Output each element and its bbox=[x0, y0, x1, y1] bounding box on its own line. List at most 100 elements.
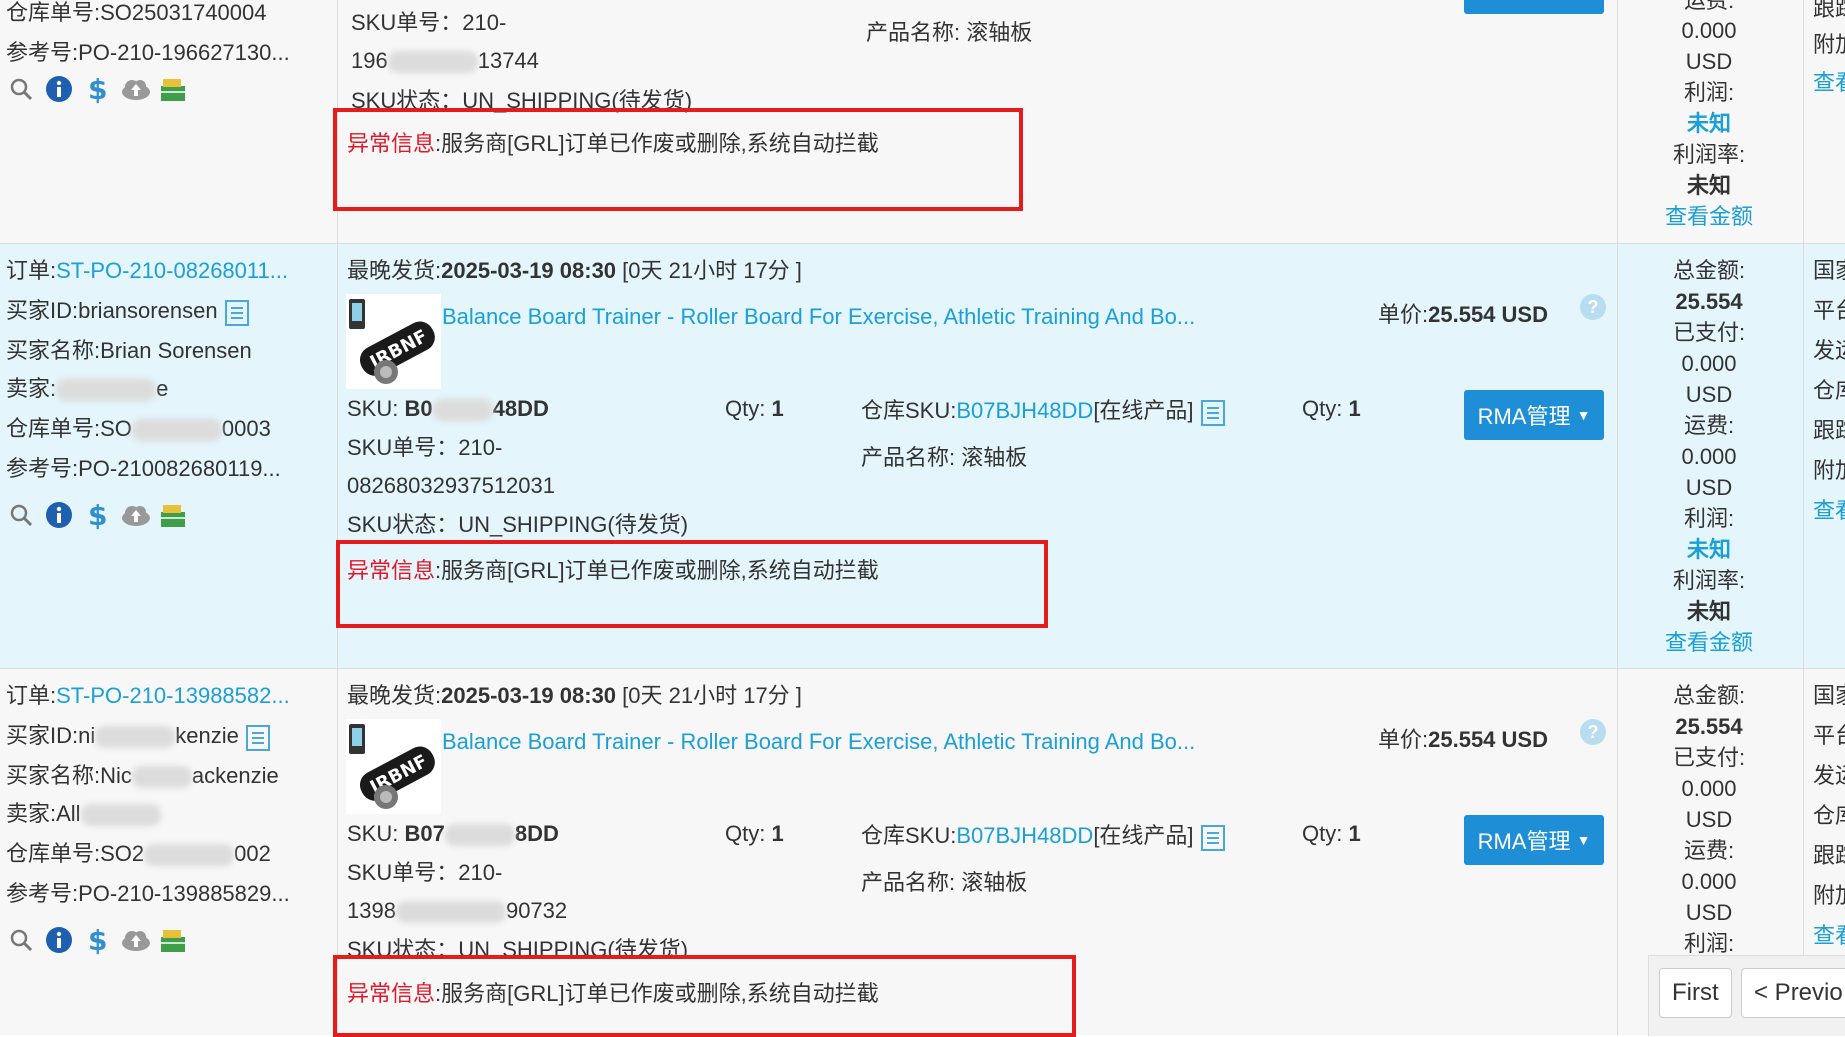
buyer-id-label: 买家ID: bbox=[6, 298, 79, 323]
right-col-link[interactable]: 查看 bbox=[1813, 494, 1845, 528]
sku-line: SKU: B07 8DD bbox=[347, 817, 559, 851]
rma-button[interactable]: RMA管理 ▼ bbox=[1464, 815, 1604, 865]
dollar-icon[interactable]: $ bbox=[82, 925, 112, 955]
cloud-upload-icon[interactable] bbox=[120, 925, 150, 955]
qty-value: 1 bbox=[771, 396, 784, 421]
fin-value: 0.000 bbox=[1681, 869, 1737, 894]
rma-button[interactable] bbox=[1464, 0, 1604, 14]
basket-icon[interactable] bbox=[158, 74, 188, 104]
help-icon[interactable]: ? bbox=[1580, 294, 1606, 320]
info-icon[interactable] bbox=[44, 74, 74, 104]
price-value: 25.554 USD bbox=[1428, 302, 1548, 327]
action-icons: $ bbox=[6, 74, 188, 104]
qty-value: 1 bbox=[1348, 821, 1361, 846]
product-title-link[interactable]: Balance Board Trainer - Roller Board For… bbox=[442, 300, 1195, 334]
right-col-label: 附加 bbox=[1813, 883, 1845, 908]
search-icon[interactable] bbox=[6, 500, 36, 530]
help-icon[interactable]: ? bbox=[1580, 719, 1606, 745]
rma-label: RMA管理 bbox=[1477, 829, 1571, 854]
right-col-label: 国家 bbox=[1813, 683, 1845, 708]
warehouse-suffix: 0003 bbox=[221, 416, 271, 441]
price-label: 单价: bbox=[1378, 727, 1429, 752]
cloud-upload-icon[interactable] bbox=[120, 74, 150, 104]
warehouse-no: 仓库单号:SO25031740004 bbox=[6, 0, 267, 25]
right-col-link[interactable]: 查看 bbox=[1813, 919, 1845, 953]
sku-label: SKU: bbox=[347, 396, 405, 421]
rma-button[interactable]: RMA管理 ▼ bbox=[1464, 390, 1604, 440]
qty: Qty: 1 bbox=[725, 817, 784, 851]
redacted-text bbox=[144, 844, 235, 867]
order-link[interactable]: ST-PO-210-08268011... bbox=[56, 258, 288, 283]
buyer-name: 买家名称:Brian Sorensen bbox=[6, 338, 252, 363]
sku-label: SKU: bbox=[347, 821, 405, 846]
fin-label: 总金额: bbox=[1672, 683, 1746, 708]
order-link[interactable]: ST-PO-210-13988582... bbox=[56, 683, 290, 708]
first-page-button[interactable]: First bbox=[1659, 968, 1732, 1018]
latest-ship-label: 最晚发货: bbox=[347, 258, 442, 283]
product-thumbnail[interactable]: JRBNF bbox=[346, 719, 441, 814]
sku-suffix: 8DD bbox=[514, 821, 559, 846]
redacted-text bbox=[387, 51, 478, 74]
basket-icon[interactable] bbox=[158, 925, 188, 955]
warehouse-sku-link[interactable]: B07BJH48DD bbox=[956, 823, 1093, 848]
order-row: 订单:ST-PO-210-13988582... 买家ID:ni kenzie 买… bbox=[0, 669, 1845, 1037]
order-label: 订单: bbox=[6, 258, 57, 283]
product-thumbnail[interactable]: JRBNF bbox=[346, 294, 441, 389]
online-tag: [在线产品] bbox=[1093, 398, 1194, 423]
seller-suffix: e bbox=[156, 376, 169, 401]
copy-icon[interactable] bbox=[1200, 824, 1225, 852]
buyer-name-suffix: ackenzie bbox=[191, 763, 279, 788]
price-label: 单价: bbox=[1378, 302, 1429, 327]
fin-value: USD bbox=[1685, 475, 1733, 500]
qty-label: Qty: bbox=[725, 821, 772, 846]
error-label: 异常信息 bbox=[347, 131, 436, 156]
qty-value: 1 bbox=[1348, 396, 1361, 421]
dollar-icon[interactable]: $ bbox=[82, 74, 112, 104]
warehouse-sku-label: 仓库SKU: bbox=[861, 823, 957, 848]
view-amount-link[interactable]: 查看金额 bbox=[1629, 626, 1789, 660]
sku-line: SKU: B0 48DD bbox=[347, 392, 549, 426]
redacted-text bbox=[432, 399, 493, 422]
search-icon[interactable] bbox=[6, 925, 36, 955]
qty-label: Qty: bbox=[1302, 396, 1349, 421]
basket-icon[interactable] bbox=[158, 500, 188, 530]
copy-icon[interactable] bbox=[224, 299, 249, 327]
fin-label: 利润: bbox=[1683, 80, 1735, 105]
warehouse-label: 仓库单号:SO bbox=[6, 416, 132, 441]
sku-number-line-2: 196 13744 bbox=[351, 44, 539, 78]
right-col-label: 跟踪 bbox=[1813, 0, 1845, 21]
reference-line: 参考号:PO-210082680119... bbox=[6, 452, 281, 486]
profit-rate-value: 未知 bbox=[1686, 599, 1731, 624]
latest-ship-time: 2025-03-19 08:30 bbox=[441, 683, 617, 708]
sku-number-part: 196 bbox=[351, 48, 388, 73]
warehouse-sku-line: 仓库SKU:B07BJH48DD[在线产品] bbox=[861, 819, 1225, 853]
buyer-id-label: 买家ID: bbox=[6, 723, 79, 748]
buyer-id-prefix: ni bbox=[78, 723, 96, 748]
warehouse-sku-link[interactable]: B07BJH48DD bbox=[956, 398, 1093, 423]
right-col-link[interactable]: 查看 bbox=[1813, 66, 1845, 100]
fin-label: 利润率: bbox=[1672, 568, 1746, 593]
fin-value: 0.000 bbox=[1681, 444, 1737, 469]
copy-icon[interactable] bbox=[1200, 399, 1225, 427]
buyer-name-line: 买家名称:Nic ackenzie bbox=[6, 759, 279, 793]
view-amount-link[interactable]: 查看金额 bbox=[1629, 200, 1789, 234]
cloud-upload-icon[interactable] bbox=[120, 500, 150, 530]
redacted-text bbox=[131, 766, 192, 789]
sku-status: SKU状态：UN_SHIPPING(待发货) bbox=[347, 512, 689, 537]
sku-suffix: 48DD bbox=[492, 396, 549, 421]
info-icon[interactable] bbox=[44, 925, 74, 955]
fin-value: USD bbox=[1685, 807, 1733, 832]
product-title-link[interactable]: Balance Board Trainer - Roller Board For… bbox=[442, 725, 1195, 759]
profit-rate-value: 未知 bbox=[1686, 173, 1731, 198]
copy-icon[interactable] bbox=[245, 724, 270, 752]
countdown: [0天 21小时 17分 ] bbox=[622, 258, 802, 283]
search-icon[interactable] bbox=[6, 74, 36, 104]
error-text: :服务商[GRL]订单已作废或删除,系统自动拦截 bbox=[435, 558, 879, 583]
error-message: 异常信息:服务商[GRL]订单已作废或删除,系统自动拦截 bbox=[347, 977, 879, 1011]
info-icon[interactable] bbox=[44, 500, 74, 530]
caret-down-icon: ▼ bbox=[1576, 407, 1591, 423]
svg-text:$: $ bbox=[88, 925, 107, 955]
previous-page-button[interactable]: < Previo bbox=[1741, 968, 1845, 1018]
dollar-icon[interactable]: $ bbox=[82, 500, 112, 530]
rma-label: RMA管理 bbox=[1477, 404, 1571, 429]
